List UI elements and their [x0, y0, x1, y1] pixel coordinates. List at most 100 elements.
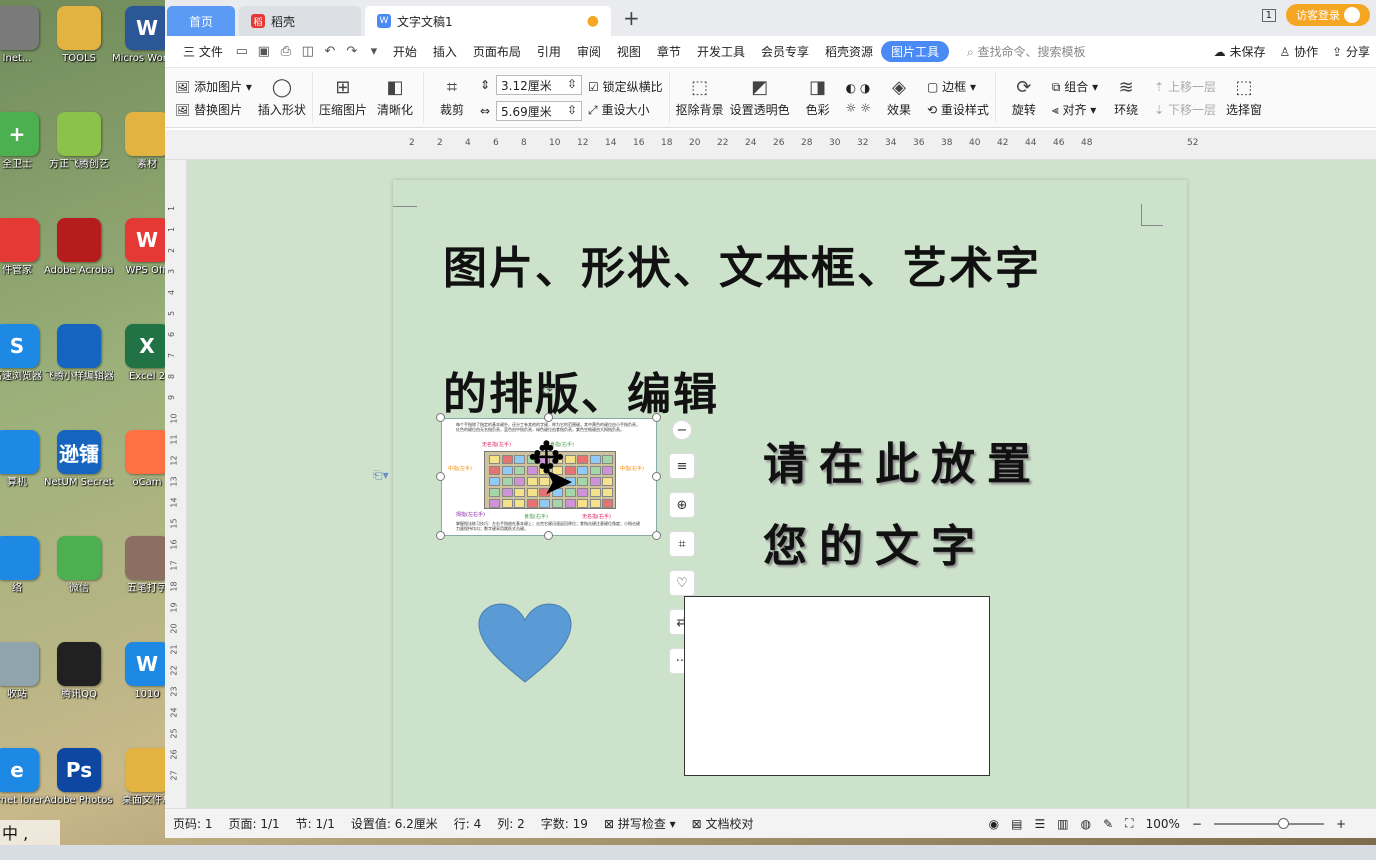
effect-button[interactable]: ◈ 效果: [877, 77, 921, 118]
idea-icon[interactable]: ♡: [669, 570, 695, 596]
open-icon[interactable]: ▭: [231, 44, 253, 59]
command-search[interactable]: ⌕ 查找命令、搜索模板: [959, 43, 1094, 60]
heart-shape[interactable]: [477, 602, 573, 684]
more-icon[interactable]: ▾: [363, 44, 385, 59]
menu-tab[interactable]: 引用: [529, 43, 569, 60]
desktop-icon[interactable]: 逊镭 NetUM Secretary: [44, 430, 114, 489]
zoom-image-icon[interactable]: ⊕: [669, 492, 695, 518]
resize-handle[interactable]: [652, 472, 661, 481]
lock-ratio-checkbox[interactable]: ☑ 锁定纵横比: [588, 78, 663, 95]
window-count-badge[interactable]: 1: [1261, 8, 1276, 22]
resize-handle[interactable]: [436, 472, 445, 481]
brightness-icon[interactable]: ☼ ☼: [846, 101, 871, 115]
tab-home[interactable]: 首页: [167, 6, 235, 36]
reset-style-button[interactable]: ⟲ 重设样式: [927, 101, 989, 118]
desktop-icon[interactable]: 方正飞腾创艺: [44, 112, 114, 171]
redo-icon[interactable]: ↷: [341, 44, 363, 59]
outline-view-icon[interactable]: ☰: [1035, 817, 1046, 831]
desktop-icon[interactable]: Ps Adobe Photos...: [44, 748, 114, 807]
resize-handle[interactable]: [436, 531, 445, 540]
document-canvas[interactable]: 图片、形状、文本框、艺术字 的排版、编辑 请在此放置 您的文字 每个手指除了指定…: [187, 160, 1376, 808]
desktop-icon[interactable]: W Micros Word 2: [112, 6, 165, 65]
vertical-ruler[interactable]: 1 1 2 3 4 5 6 7 8 9 10 11 12 13 14 15 16 17 18 19 20 21 22 23 24…: [165, 160, 187, 808]
print-icon[interactable]: ⎙: [275, 44, 297, 59]
web-view-icon[interactable]: ◍: [1081, 817, 1091, 831]
resize-handle[interactable]: [652, 413, 661, 422]
desktop-icon[interactable]: X Excel 2: [112, 324, 165, 383]
send-backward-button[interactable]: ⇣ 下移一层: [1154, 101, 1216, 118]
desktop-icon[interactable]: 飞腾小样编辑器: [44, 324, 114, 383]
sharpen-button[interactable]: ◧ 清晰化: [373, 77, 417, 118]
tab-daoke[interactable]: 稻 稻壳: [239, 6, 361, 36]
add-tab-button[interactable]: +: [623, 6, 640, 30]
zoom-in-icon[interactable]: +: [1336, 817, 1346, 831]
spellcheck-button[interactable]: ⊠ 拼写检查 ▾: [604, 815, 676, 832]
width-input[interactable]: 5.69厘米 ⇳: [496, 100, 583, 121]
contrast-icon[interactable]: ◐ ◑: [846, 81, 871, 95]
unsaved-button[interactable]: ☁ 未保存: [1214, 43, 1266, 60]
status-setting[interactable]: 设置值: 6.2厘米: [351, 815, 438, 832]
set-transparent-button[interactable]: ◩ 设置透明色: [730, 77, 790, 118]
file-menu[interactable]: 三 文件: [175, 43, 231, 60]
wrap-button[interactable]: ≋ 环绕: [1104, 77, 1148, 118]
collapse-icon[interactable]: −: [672, 420, 692, 440]
desktop-icon[interactable]: 微信: [44, 536, 114, 595]
zoom-slider-knob[interactable]: [1277, 817, 1289, 829]
proofread-button[interactable]: ⊠ 文档校对: [692, 815, 754, 832]
crop-tool-icon[interactable]: ⌗: [669, 531, 695, 557]
zoom-out-icon[interactable]: −: [1192, 817, 1202, 831]
menu-tab[interactable]: 会员专享: [753, 43, 817, 60]
undo-icon[interactable]: ↶: [319, 44, 341, 59]
resize-handle[interactable]: [544, 413, 553, 422]
page-view-icon[interactable]: ▤: [1011, 817, 1022, 831]
fit-page-icon[interactable]: ⛶: [1125, 816, 1133, 831]
title-line-2[interactable]: 的排版、编辑: [443, 358, 719, 422]
height-input[interactable]: 3.12厘米 ⇳: [496, 74, 583, 95]
resize-handle[interactable]: [652, 531, 661, 540]
crop-button[interactable]: ⌗ 裁剪: [430, 77, 474, 118]
insert-shape-button[interactable]: ◯ 插入形状: [258, 77, 306, 118]
document-page[interactable]: 图片、形状、文本框、艺术字 的排版、编辑 请在此放置 您的文字 每个手指除了指定…: [393, 180, 1187, 808]
desktop-icon[interactable]: W WPS Offi: [112, 218, 165, 277]
replace-image-button[interactable]: 🖼 替换图片: [175, 101, 252, 118]
wordart-line-2[interactable]: 您的文字: [763, 510, 987, 574]
selected-keyboard-image[interactable]: 每个手指除了指定的基本键外，还分工有其他的字键，称为它的范围键。其中黄色的键位由…: [441, 418, 657, 536]
menu-tab[interactable]: 审阅: [569, 43, 609, 60]
status-section[interactable]: 节: 1/1: [296, 815, 335, 832]
menu-tab[interactable]: 视图: [609, 43, 649, 60]
save-icon[interactable]: ▣: [253, 44, 275, 59]
taskbar[interactable]: [0, 845, 1376, 860]
horizontal-ruler[interactable]: 2 2 4 6 8 10 12 14 16 18 20 22 24 26 28 30 32 34 36 38 40 42 4…: [165, 130, 1376, 160]
resize-handle[interactable]: [436, 413, 445, 422]
rotate-handle-icon[interactable]: ⟳: [542, 384, 553, 399]
status-page-number[interactable]: 页码: 1: [173, 815, 213, 832]
read-view-icon[interactable]: ▥: [1057, 817, 1068, 831]
zoom-slider[interactable]: [1213, 817, 1324, 829]
eye-protect-icon[interactable]: ◉: [989, 817, 999, 831]
select-pane-button[interactable]: ⬚ 选择窗: [1222, 77, 1266, 118]
write-mode-icon[interactable]: ✎: [1103, 817, 1113, 831]
menu-tab[interactable]: 开发工具: [689, 43, 753, 60]
tab-document[interactable]: W 文字文稿1 ●: [365, 6, 611, 36]
menu-tab[interactable]: 章节: [649, 43, 689, 60]
collab-button[interactable]: ♙ 协作: [1280, 43, 1319, 60]
bring-forward-button[interactable]: ⇡ 上移一层: [1154, 78, 1216, 95]
remove-bg-button[interactable]: ⬚ 抠除背景: [676, 77, 724, 118]
status-pages[interactable]: 页面: 1/1: [229, 815, 280, 832]
rotate-button[interactable]: ⟳ 旋转: [1002, 77, 1046, 118]
desktop-icon[interactable]: 腾讯QQ: [44, 642, 114, 701]
title-line-1[interactable]: 图片、形状、文本框、艺术字: [443, 232, 1041, 296]
desktop-icon[interactable]: 五笔打字: [112, 536, 165, 595]
desktop-icon[interactable]: W 1010: [112, 642, 165, 701]
desktop-icon[interactable]: oCam: [112, 430, 165, 489]
preview-icon[interactable]: ◫: [297, 44, 319, 59]
group-button[interactable]: ⧉ 组合 ▾: [1052, 78, 1098, 95]
menu-tab[interactable]: 插入: [425, 43, 465, 60]
status-word-count[interactable]: 字数: 19: [541, 815, 588, 832]
reset-size-button[interactable]: ⤢ 重设大小: [588, 101, 663, 118]
add-image-button[interactable]: 🖼 添加图片 ▾: [175, 78, 252, 95]
desktop-icon[interactable]: Adobe Acrobat DC: [44, 218, 114, 277]
desktop-icon[interactable]: 素材: [112, 112, 165, 171]
color-button[interactable]: ◨ 色彩: [796, 77, 840, 118]
resize-handle[interactable]: [544, 531, 553, 540]
